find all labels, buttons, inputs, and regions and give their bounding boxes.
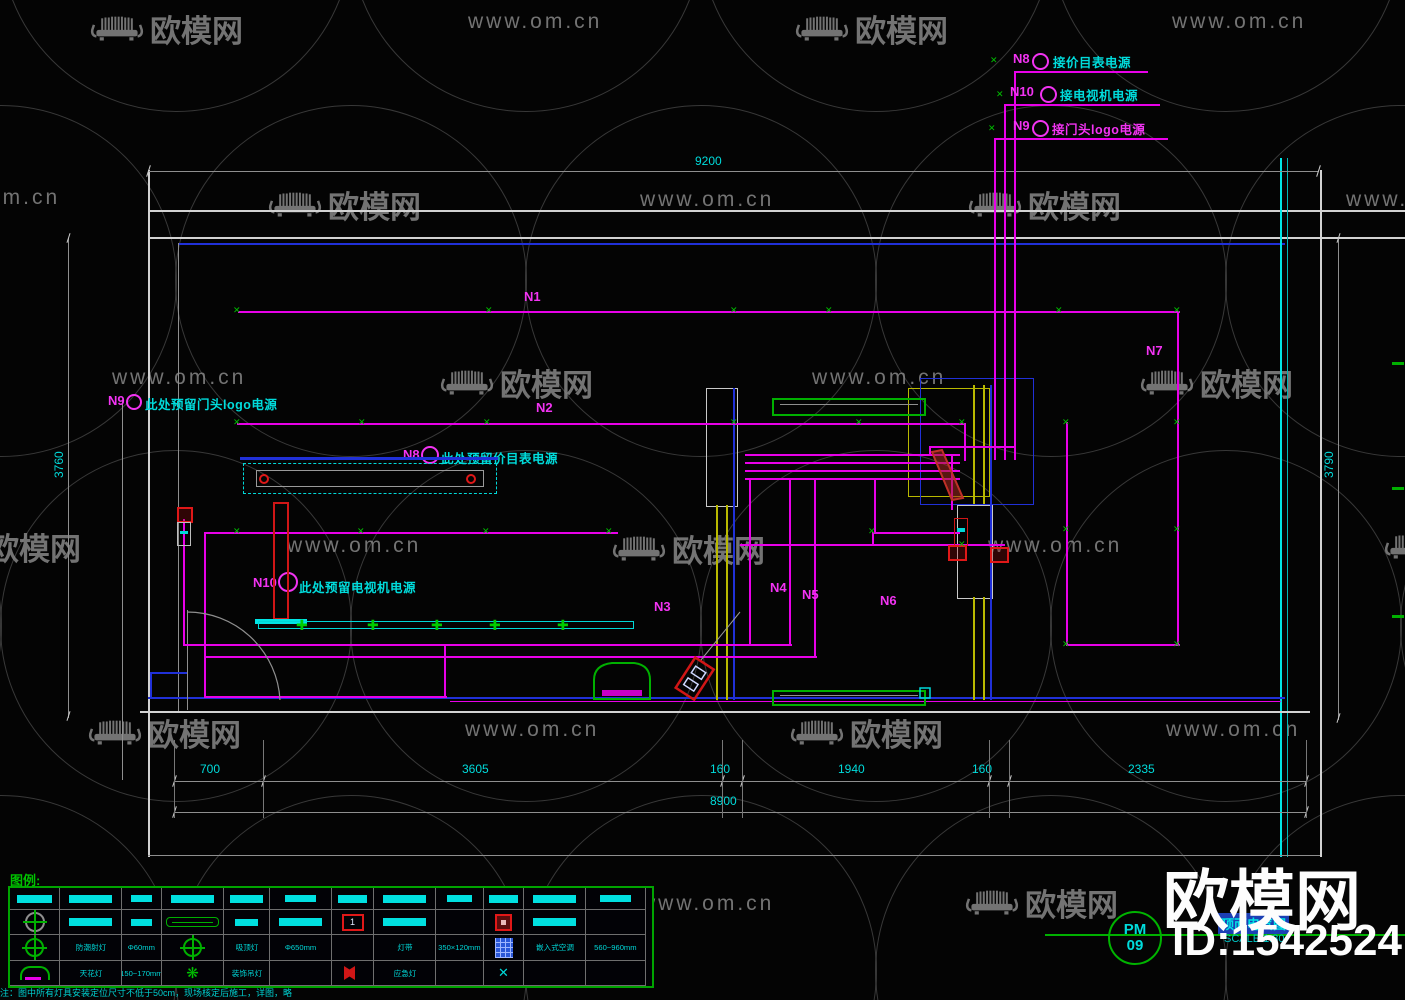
legend-swatch [122,888,162,910]
legend-swatch [224,888,270,910]
legend-sym-compass [10,910,60,935]
legend-cell [586,910,646,935]
legend-cell [436,910,484,935]
legend-swatch [524,910,586,935]
legend-swatch [484,888,524,910]
legend-label: 560~960mm [586,935,646,961]
legend-sym-fan: ❋ [162,961,224,986]
legend-cell [586,961,646,986]
legend-sym-panel-1: 1 [332,910,374,935]
tilted-socket [673,655,716,702]
site-watermark-id: ID:1542524 [1172,916,1402,965]
legend-table: 1 防潮射灯 Φ60mm 吸顶灯 Φ650mm 灯带 350×120mm 嵌入式空调 560~9… [8,886,654,988]
legend-cell [436,961,484,986]
legend-swatch [270,910,332,935]
legend-cell [270,961,332,986]
legend-swatch [524,888,586,910]
sheet-number-stamp: PM 09 [1108,911,1162,965]
legend-sym-red-square [484,910,524,935]
legend-sym-spotlight [162,935,224,961]
legend-swatch [60,910,122,935]
socket-leader-line [700,611,741,661]
legend-label: 嵌入式空调 [524,935,586,961]
legend-sym-ac-grille [484,935,524,961]
sheet-code: PM [1123,921,1147,938]
legend-swatch [332,888,374,910]
legend-sym-x: ✕ [484,961,524,986]
legend-label: 天花灯 [60,961,122,986]
legend-label: 150~170mm [122,961,162,986]
legend-sym-strip-light [162,910,224,935]
legend-swatch [270,888,332,910]
legend-label: 灯带 [374,935,436,961]
legend-swatch [60,888,122,910]
legend-label: 防潮射灯 [60,935,122,961]
sheet-index: 09 [1126,937,1144,954]
legend-note: 注：图中所有灯具安装定位尺寸不低于50cm，现场核定后施工，详图，略 [0,988,293,998]
door-swing-arc [186,611,281,701]
legend-title: 图例: [10,873,41,888]
legend-sym-downlight [10,935,60,961]
legend-swatch [374,888,436,910]
legend-sym-wall-washer [10,961,60,986]
legend-swatch [586,888,646,910]
arch-appliance-bar [602,690,642,696]
legend-cell [524,961,586,986]
legend-label: Φ60mm [122,935,162,961]
legend-swatch [10,888,60,910]
legend-swatch [436,888,484,910]
legend-swatch [162,888,224,910]
legend-swatch [224,910,270,935]
small-device [919,687,931,699]
legend-label: 吸顶灯 [224,935,270,961]
legend-sym-emergency [332,961,374,986]
legend-label: Φ650mm [270,935,332,961]
legend-label: 350×120mm [436,935,484,961]
distribution-slash [930,448,965,502]
legend-label: 应急灯 [374,961,436,986]
legend-label: 装饰吊灯 [224,961,270,986]
legend-swatch [122,910,162,935]
legend-cell [332,935,374,961]
legend-swatch [374,910,436,935]
cad-drawing-canvas: 欧模网www.om.cn 欧模网www.om.cnom.cn 欧模网www.om… [0,0,1405,1000]
